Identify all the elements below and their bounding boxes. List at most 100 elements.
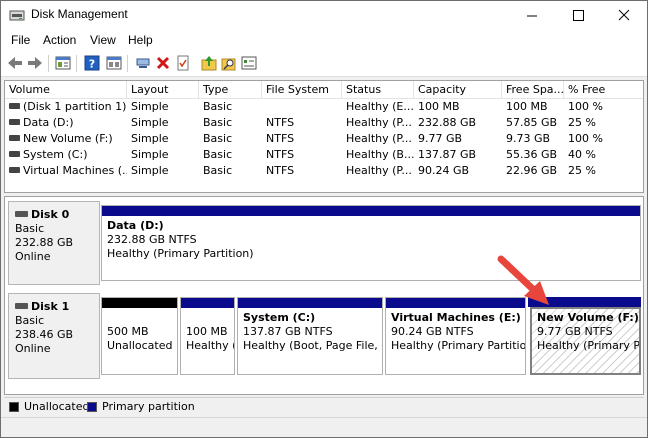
partition-size: 500 MB	[107, 325, 149, 338]
disk-name: Disk 1	[31, 300, 70, 313]
column-header-layout[interactable]: Layout	[127, 81, 199, 99]
partition-status: Unallocated	[107, 339, 173, 352]
cell-free-space: 100 MB	[506, 100, 548, 113]
unallocated-bar	[102, 298, 177, 308]
maximize-button[interactable]	[555, 1, 601, 30]
table-row[interactable]: New Volume (F:) Simple Basic NTFS Health…	[5, 131, 643, 147]
connect-button[interactable]	[133, 53, 153, 73]
disk-label[interactable]: Disk 1 Basic 238.46 GB Online	[8, 293, 100, 379]
window-title: Disk Management	[31, 7, 128, 21]
console-view-button[interactable]	[104, 53, 124, 73]
partition-system[interactable]: System (C:) 137.87 GB NTFS Healthy (Boot…	[237, 297, 383, 375]
column-header-percent-free[interactable]: % Free	[564, 81, 643, 99]
toolbar: ?	[1, 50, 647, 77]
cell-percent-free: 100 %	[568, 100, 603, 113]
check-button[interactable]	[173, 53, 193, 73]
minimize-icon	[527, 15, 537, 17]
partition-status: Healthy (	[186, 339, 234, 352]
disk-name: Disk 0	[31, 208, 70, 221]
disk-icon	[15, 211, 28, 217]
volume-icon	[9, 119, 20, 125]
disk-type: Basic	[15, 314, 45, 327]
disk-type: Basic	[15, 222, 45, 235]
selected-partition-body: New Volume (F:) 9.77 GB NTFS Healthy (Pr…	[530, 307, 641, 375]
column-header-type[interactable]: Type	[199, 81, 262, 99]
disk-size: 238.46 GB	[15, 328, 74, 341]
disk-label[interactable]: Disk 0 Basic 232.88 GB Online	[8, 201, 100, 285]
title-bar: Disk Management	[1, 1, 647, 30]
cell-capacity: 232.88 GB	[418, 116, 477, 129]
cell-file-system	[262, 99, 342, 115]
settings-list-icon	[241, 56, 257, 70]
cell-type: Basic	[203, 116, 233, 129]
column-header-volume[interactable]: Volume	[5, 81, 127, 99]
partition-status: Healthy (Primary Partition	[391, 339, 525, 352]
partition-unallocated[interactable]: 500 MB Unallocated	[101, 297, 178, 375]
disk-size: 232.88 GB	[15, 236, 74, 249]
primary-partition-bar	[102, 206, 640, 216]
cell-layout: Simple	[131, 148, 169, 161]
legend-unallocated: Unallocated	[24, 400, 90, 413]
close-button[interactable]	[601, 1, 647, 30]
cell-volume: New Volume (F:)	[23, 132, 113, 145]
cell-file-system: NTFS	[266, 164, 295, 177]
search-folder-button[interactable]	[219, 53, 239, 73]
cell-layout: Simple	[131, 100, 169, 113]
partition-name: Data (D:)	[107, 219, 164, 232]
svg-text:?: ?	[89, 58, 95, 71]
help-icon: ?	[84, 55, 100, 71]
help-button[interactable]: ?	[82, 53, 102, 73]
table-row[interactable]: (Disk 1 partition 1) Simple Basic Health…	[5, 99, 643, 115]
cell-status: Healthy (P...	[346, 164, 412, 177]
table-row[interactable]: Virtual Machines (... Simple Basic NTFS …	[5, 163, 643, 179]
properties-button[interactable]	[53, 53, 73, 73]
disk-management-window: Disk Management File Action View Help ?	[0, 0, 648, 438]
cell-status: Healthy (P...	[346, 116, 412, 129]
column-header-capacity[interactable]: Capacity	[414, 81, 502, 99]
cell-layout: Simple	[131, 132, 169, 145]
column-header-status[interactable]: Status	[342, 81, 414, 99]
folder-up-button[interactable]	[199, 53, 219, 73]
column-header-free-space[interactable]: Free Spa...	[502, 81, 564, 99]
partition-size: 137.87 GB NTFS	[243, 325, 333, 338]
disk-state: Online	[15, 342, 51, 355]
cell-percent-free: 25 %	[568, 164, 596, 177]
cell-volume: System (C:)	[23, 148, 88, 161]
partition-name: System (C:)	[243, 311, 316, 324]
table-row[interactable]: System (C:) Simple Basic NTFS Healthy (B…	[5, 147, 643, 163]
menu-file[interactable]: File	[11, 33, 30, 47]
cell-file-system: NTFS	[266, 132, 295, 145]
toolbar-separator	[48, 55, 49, 72]
cell-percent-free: 40 %	[568, 148, 596, 161]
table-row[interactable]: Data (D:) Simple Basic NTFS Healthy (P..…	[5, 115, 643, 131]
partition-status: Healthy (Primary Par	[537, 339, 639, 352]
partition-size: 100 MB	[186, 325, 228, 338]
delete-button[interactable]	[153, 53, 173, 73]
check-icon	[177, 55, 189, 71]
cell-status: Healthy (B...	[346, 148, 414, 161]
menu-bar: File Action View Help	[1, 30, 647, 50]
cell-percent-free: 100 %	[568, 132, 603, 145]
column-header-file-system[interactable]: File System	[262, 81, 342, 99]
forward-button[interactable]	[25, 53, 45, 73]
cell-free-space: 57.85 GB	[506, 116, 558, 129]
menu-view[interactable]: View	[90, 33, 116, 47]
minimize-button[interactable]	[509, 1, 555, 30]
disk-management-app-icon	[9, 10, 25, 21]
volume-icon	[9, 167, 20, 173]
annotation-arrow-icon	[497, 255, 549, 305]
cell-status: Healthy (E...	[346, 100, 414, 113]
back-button[interactable]	[5, 53, 25, 73]
settings-list-button[interactable]	[239, 53, 259, 73]
status-bar	[1, 417, 647, 437]
menu-help[interactable]: Help	[128, 33, 153, 47]
menu-action[interactable]: Action	[43, 33, 76, 47]
partition-efi[interactable]: 100 MB Healthy (	[180, 297, 235, 375]
primary-partition-swatch	[87, 402, 97, 412]
maximize-icon	[573, 10, 584, 21]
cell-capacity: 90.24 GB	[418, 164, 470, 177]
cell-free-space: 22.96 GB	[506, 164, 558, 177]
disk-icon	[15, 303, 28, 309]
connect-icon	[136, 58, 150, 68]
cell-type: Basic	[203, 100, 233, 113]
